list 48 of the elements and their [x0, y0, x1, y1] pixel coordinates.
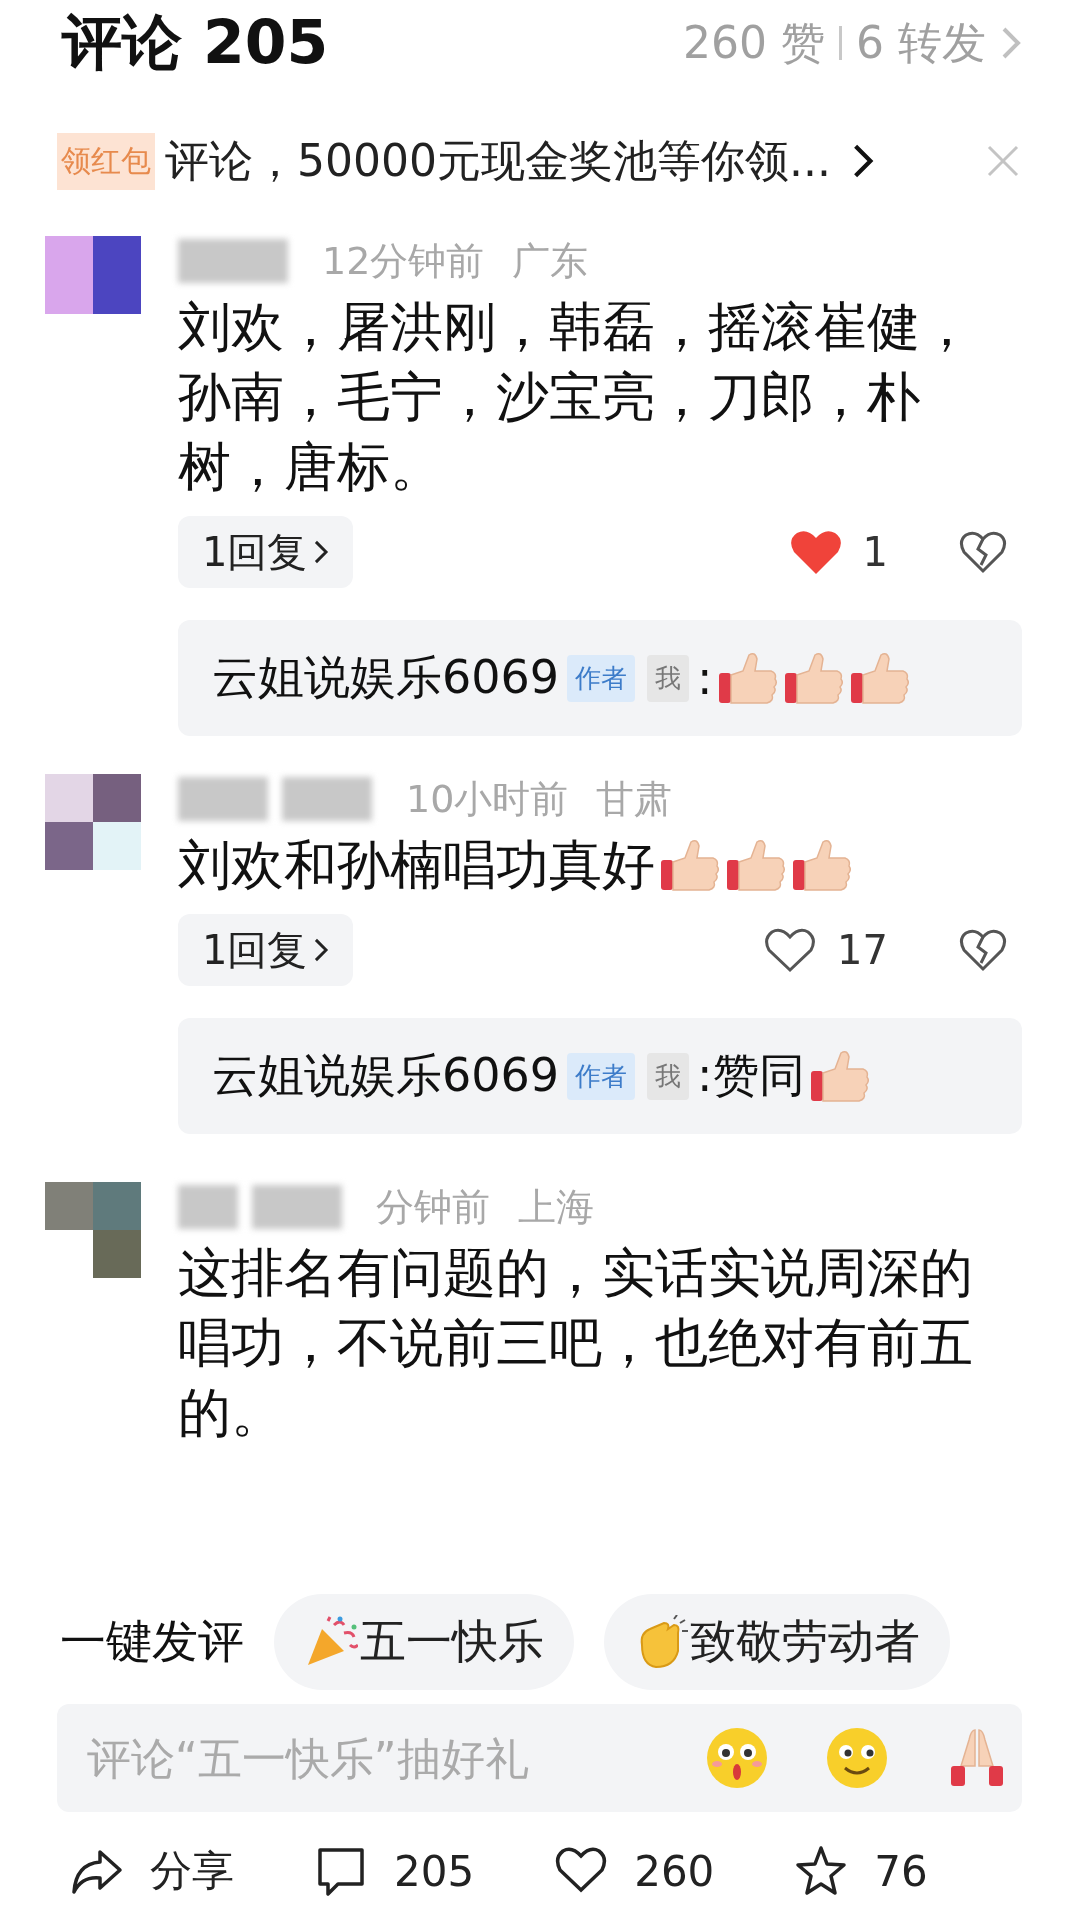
- promo-text[interactable]: 评论，50000元现金奖池等你领...: [165, 131, 831, 191]
- like-count: 1: [862, 529, 888, 575]
- reply-author[interactable]: 云姐说娱乐6069: [212, 1045, 560, 1107]
- heart-icon[interactable]: [763, 926, 818, 974]
- author-tag: 作者: [567, 654, 636, 702]
- comment-text: 这排名有问题的，实话实说周深的唱功，不说前三吧，也绝对有前五的。: [178, 1241, 974, 1445]
- smiling-face-icon[interactable]: [825, 1726, 889, 1790]
- action-label[interactable]: 分享: [150, 1843, 234, 1899]
- replies-button[interactable]: 1回复: [178, 914, 354, 986]
- star-icon[interactable]: [794, 1844, 849, 1898]
- comment-location: 广东: [512, 237, 589, 285]
- comment-input[interactable]: 评论“五一快乐”抽好礼: [85, 1731, 649, 1785]
- action-label[interactable]: 76: [874, 1846, 928, 1896]
- blurred-avatar[interactable]: [45, 236, 141, 314]
- me-tag: 我: [647, 654, 690, 702]
- quick-comment-label: 一键发评: [60, 1613, 244, 1670]
- comment-text: 刘欢和孙楠唱功真好: [178, 833, 655, 897]
- author-tag: 作者: [567, 1052, 636, 1100]
- reply-author[interactable]: 云姐说娱乐6069: [212, 647, 560, 709]
- reply-text: :: [697, 651, 713, 705]
- comment-time: 12分钟前: [322, 237, 485, 285]
- action-label[interactable]: 205: [394, 1846, 475, 1896]
- surprised-face-icon[interactable]: [705, 1726, 769, 1790]
- reply-text: :赞同: [697, 1047, 805, 1104]
- replies-button[interactable]: 1回复: [178, 516, 354, 588]
- comment-location: 甘肃: [596, 775, 673, 823]
- like-count: 17: [837, 927, 888, 973]
- comment-location: 上海: [518, 1183, 594, 1231]
- comments-title: 评论 205: [62, 5, 329, 79]
- blurred-username: [178, 1185, 238, 1229]
- broken-heart-icon[interactable]: [958, 529, 1008, 575]
- comment-bar[interactable]: 评论“五一快乐”抽好礼: [57, 1704, 1022, 1812]
- chevron-right-icon: [313, 539, 330, 565]
- quick-comment-chip[interactable]: 致敬劳动者: [604, 1594, 950, 1690]
- likes-count: 260 赞: [683, 15, 825, 70]
- broken-heart-icon[interactable]: [958, 927, 1008, 973]
- blurred-avatar[interactable]: [45, 774, 141, 870]
- quick-comment-chip[interactable]: 五一快乐: [274, 1594, 574, 1690]
- comment-time: 10小时前: [406, 775, 569, 823]
- reply-preview[interactable]: 云姐说娱乐6069 作者 我 :: [178, 620, 1022, 736]
- action-label[interactable]: 260: [634, 1846, 715, 1896]
- reward-badge: 领红包: [57, 132, 155, 190]
- comment-time: 分钟前: [376, 1183, 490, 1231]
- comment-text: 刘欢，屠洪刚，韩磊，摇滚崔健，孙南，毛宁，沙宝亮，刀郎，朴树，唐标。: [178, 295, 974, 499]
- blurred-avatar[interactable]: [45, 1182, 141, 1278]
- me-tag: 我: [647, 1052, 690, 1100]
- reply-preview[interactable]: 云姐说娱乐6069 作者 我 :赞同: [178, 1018, 1022, 1134]
- chevron-right-icon: [313, 937, 330, 963]
